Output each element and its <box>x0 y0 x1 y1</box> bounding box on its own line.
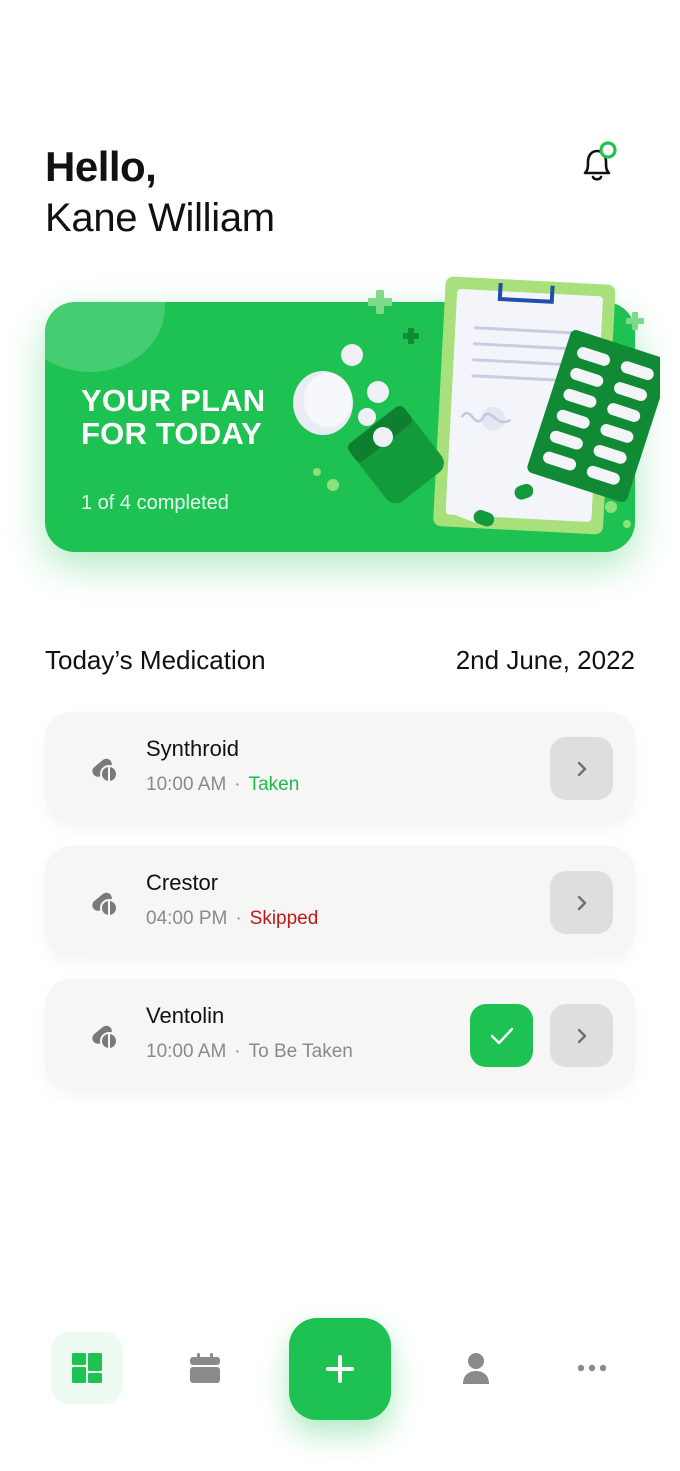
chevron-right-icon <box>577 1028 586 1043</box>
pills-icon <box>92 758 118 783</box>
nav-dashboard[interactable] <box>51 1332 123 1404</box>
mark-taken-button[interactable] <box>470 1004 533 1067</box>
plan-progress: 1 of 4 completed <box>81 492 229 514</box>
medication-item[interactable]: Crestor 04:00 PM · Skipped <box>45 846 635 958</box>
medication-meta: 10:00 AM · To Be Taken <box>146 1041 353 1062</box>
greeting-name: Kane William <box>45 196 275 240</box>
decorative-bubble <box>45 302 165 372</box>
medication-name: Ventolin <box>146 1003 225 1028</box>
nav-more[interactable] <box>556 1332 628 1404</box>
medication-date: 2nd June, 2022 <box>455 645 635 675</box>
medication-name: Synthroid <box>146 736 239 761</box>
status-taken: Taken <box>248 774 300 795</box>
medication-item[interactable]: Ventolin 10:00 AM · To Be Taken <box>45 979 635 1091</box>
pills-icon <box>92 892 118 917</box>
chevron-right-icon <box>577 895 586 910</box>
medication-item[interactable]: Synthroid 10:00 AM · Taken <box>45 712 635 824</box>
profile-icon <box>463 1353 489 1384</box>
medication-meta: 10:00 AM · Taken <box>146 774 300 795</box>
open-details-button[interactable] <box>550 737 613 800</box>
checkmark-icon <box>490 1027 513 1044</box>
medication-time: 04:00 PM <box>146 908 228 929</box>
open-details-button[interactable] <box>550 871 613 934</box>
calendar-icon <box>190 1353 220 1383</box>
daily-plan-card[interactable]: YOUR PLAN FOR TODAY 1 of 4 completed <box>45 270 660 570</box>
section-title: Today’s Medication <box>45 645 266 675</box>
medication-name: Crestor <box>146 870 219 895</box>
nav-calendar[interactable] <box>169 1332 241 1404</box>
add-medication-button[interactable] <box>289 1318 391 1420</box>
bell-icon <box>583 141 617 181</box>
status-pending: To Be Taken <box>248 1041 353 1062</box>
medication-meta: 04:00 PM · Skipped <box>146 908 319 929</box>
plan-title-line1: YOUR PLAN <box>81 383 266 418</box>
pills-icon <box>92 1025 118 1050</box>
chevron-right-icon <box>577 761 586 776</box>
open-details-button[interactable] <box>550 1004 613 1067</box>
plan-title-line2: FOR TODAY <box>81 416 262 451</box>
status-skipped: Skipped <box>249 908 319 929</box>
medication-time: 10:00 AM <box>146 1041 227 1062</box>
plan-title: YOUR PLAN FOR TODAY <box>81 384 341 450</box>
plus-icon <box>326 1355 354 1383</box>
more-icon <box>577 1364 607 1372</box>
dashboard-icon <box>72 1353 102 1383</box>
medication-time: 10:00 AM <box>146 774 227 795</box>
notification-button[interactable] <box>576 140 622 186</box>
greeting-hello: Hello, <box>45 143 157 190</box>
nav-profile[interactable] <box>440 1332 512 1404</box>
